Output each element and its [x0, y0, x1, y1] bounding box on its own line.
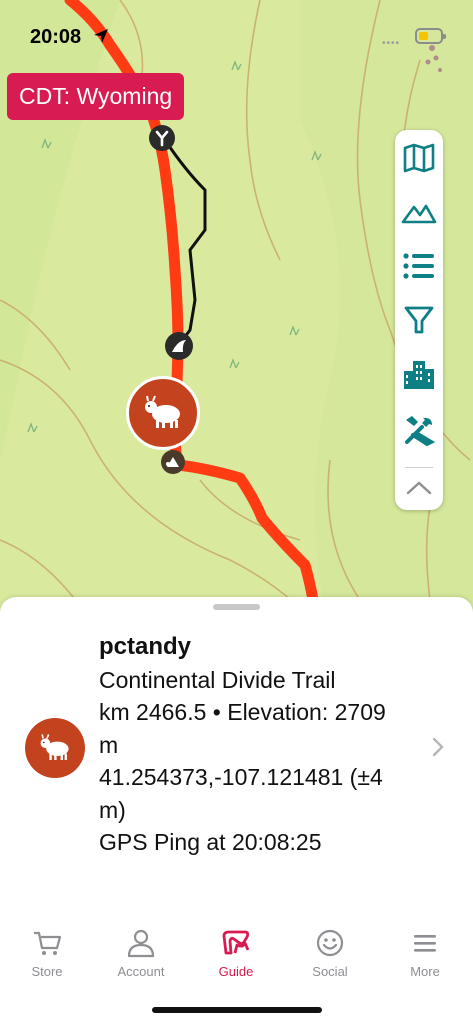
tools-icon — [405, 416, 436, 447]
filter-button[interactable] — [395, 296, 443, 344]
username: pctandy — [99, 633, 192, 660]
distance-elevation: km 2466.5 • Elevation: 2709 m — [99, 699, 386, 758]
battery-icon — [415, 28, 446, 44]
tab-account-label: Account — [117, 964, 165, 979]
user-avatar[interactable] — [25, 718, 85, 778]
status-bar: 20:08 •••• — [0, 0, 473, 70]
tab-account[interactable]: Account — [96, 920, 186, 990]
coordinates: 41.254373,-107.121481 (±4 m) — [99, 764, 383, 823]
map-layers-button[interactable] — [395, 134, 443, 182]
tent-icon[interactable] — [160, 449, 186, 475]
town-button[interactable] — [395, 350, 443, 398]
tab-social[interactable]: Social — [285, 920, 375, 990]
status-time: 20:08 — [30, 26, 82, 48]
goat-icon — [145, 395, 180, 428]
gps-ping: GPS Ping at 20:08:25 — [99, 829, 322, 855]
tools-button[interactable] — [395, 406, 443, 454]
terrain-button[interactable] — [395, 188, 443, 236]
map-layers-icon — [403, 143, 435, 173]
list-icon — [403, 253, 434, 279]
tab-social-label: Social — [312, 964, 348, 979]
cart-icon — [34, 931, 62, 955]
terrain-icon — [401, 204, 437, 224]
tab-guide[interactable]: Guide — [191, 920, 281, 990]
trail-badge[interactable]: CDT: Wyoming — [7, 73, 185, 120]
camp-icon[interactable] — [164, 331, 194, 361]
list-button[interactable] — [395, 242, 443, 290]
junction-icon[interactable] — [148, 124, 176, 152]
person-icon — [127, 929, 155, 958]
chevron-up-icon — [406, 481, 432, 495]
smiley-icon — [316, 929, 344, 957]
trail-name: Continental Divide Trail — [99, 666, 336, 693]
town-icon — [404, 361, 434, 389]
menu-icon — [414, 935, 436, 952]
tab-guide-label: Guide — [218, 964, 254, 979]
sheet-grabber[interactable] — [213, 604, 260, 610]
user-info: pctandy Continental Divide Trail km 2466… — [99, 631, 399, 859]
tab-more-label: More — [410, 964, 440, 979]
map-tools-panel — [395, 130, 443, 510]
signal-icon: •••• — [382, 38, 401, 49]
guide-icon — [222, 930, 250, 955]
tab-more[interactable]: More — [380, 920, 470, 990]
home-indicator — [152, 1007, 322, 1013]
tab-store[interactable]: Store — [2, 920, 92, 990]
collapse-tools-button[interactable] — [395, 468, 443, 508]
filter-icon — [404, 306, 434, 334]
goat-icon — [40, 734, 69, 760]
tab-store-label: Store — [31, 964, 63, 979]
goat-avatar[interactable] — [126, 376, 200, 450]
chevron-right-icon[interactable] — [430, 736, 446, 758]
location-arrow-icon — [94, 29, 108, 43]
tab-bar: Store Account Guide Social More — [0, 920, 473, 990]
